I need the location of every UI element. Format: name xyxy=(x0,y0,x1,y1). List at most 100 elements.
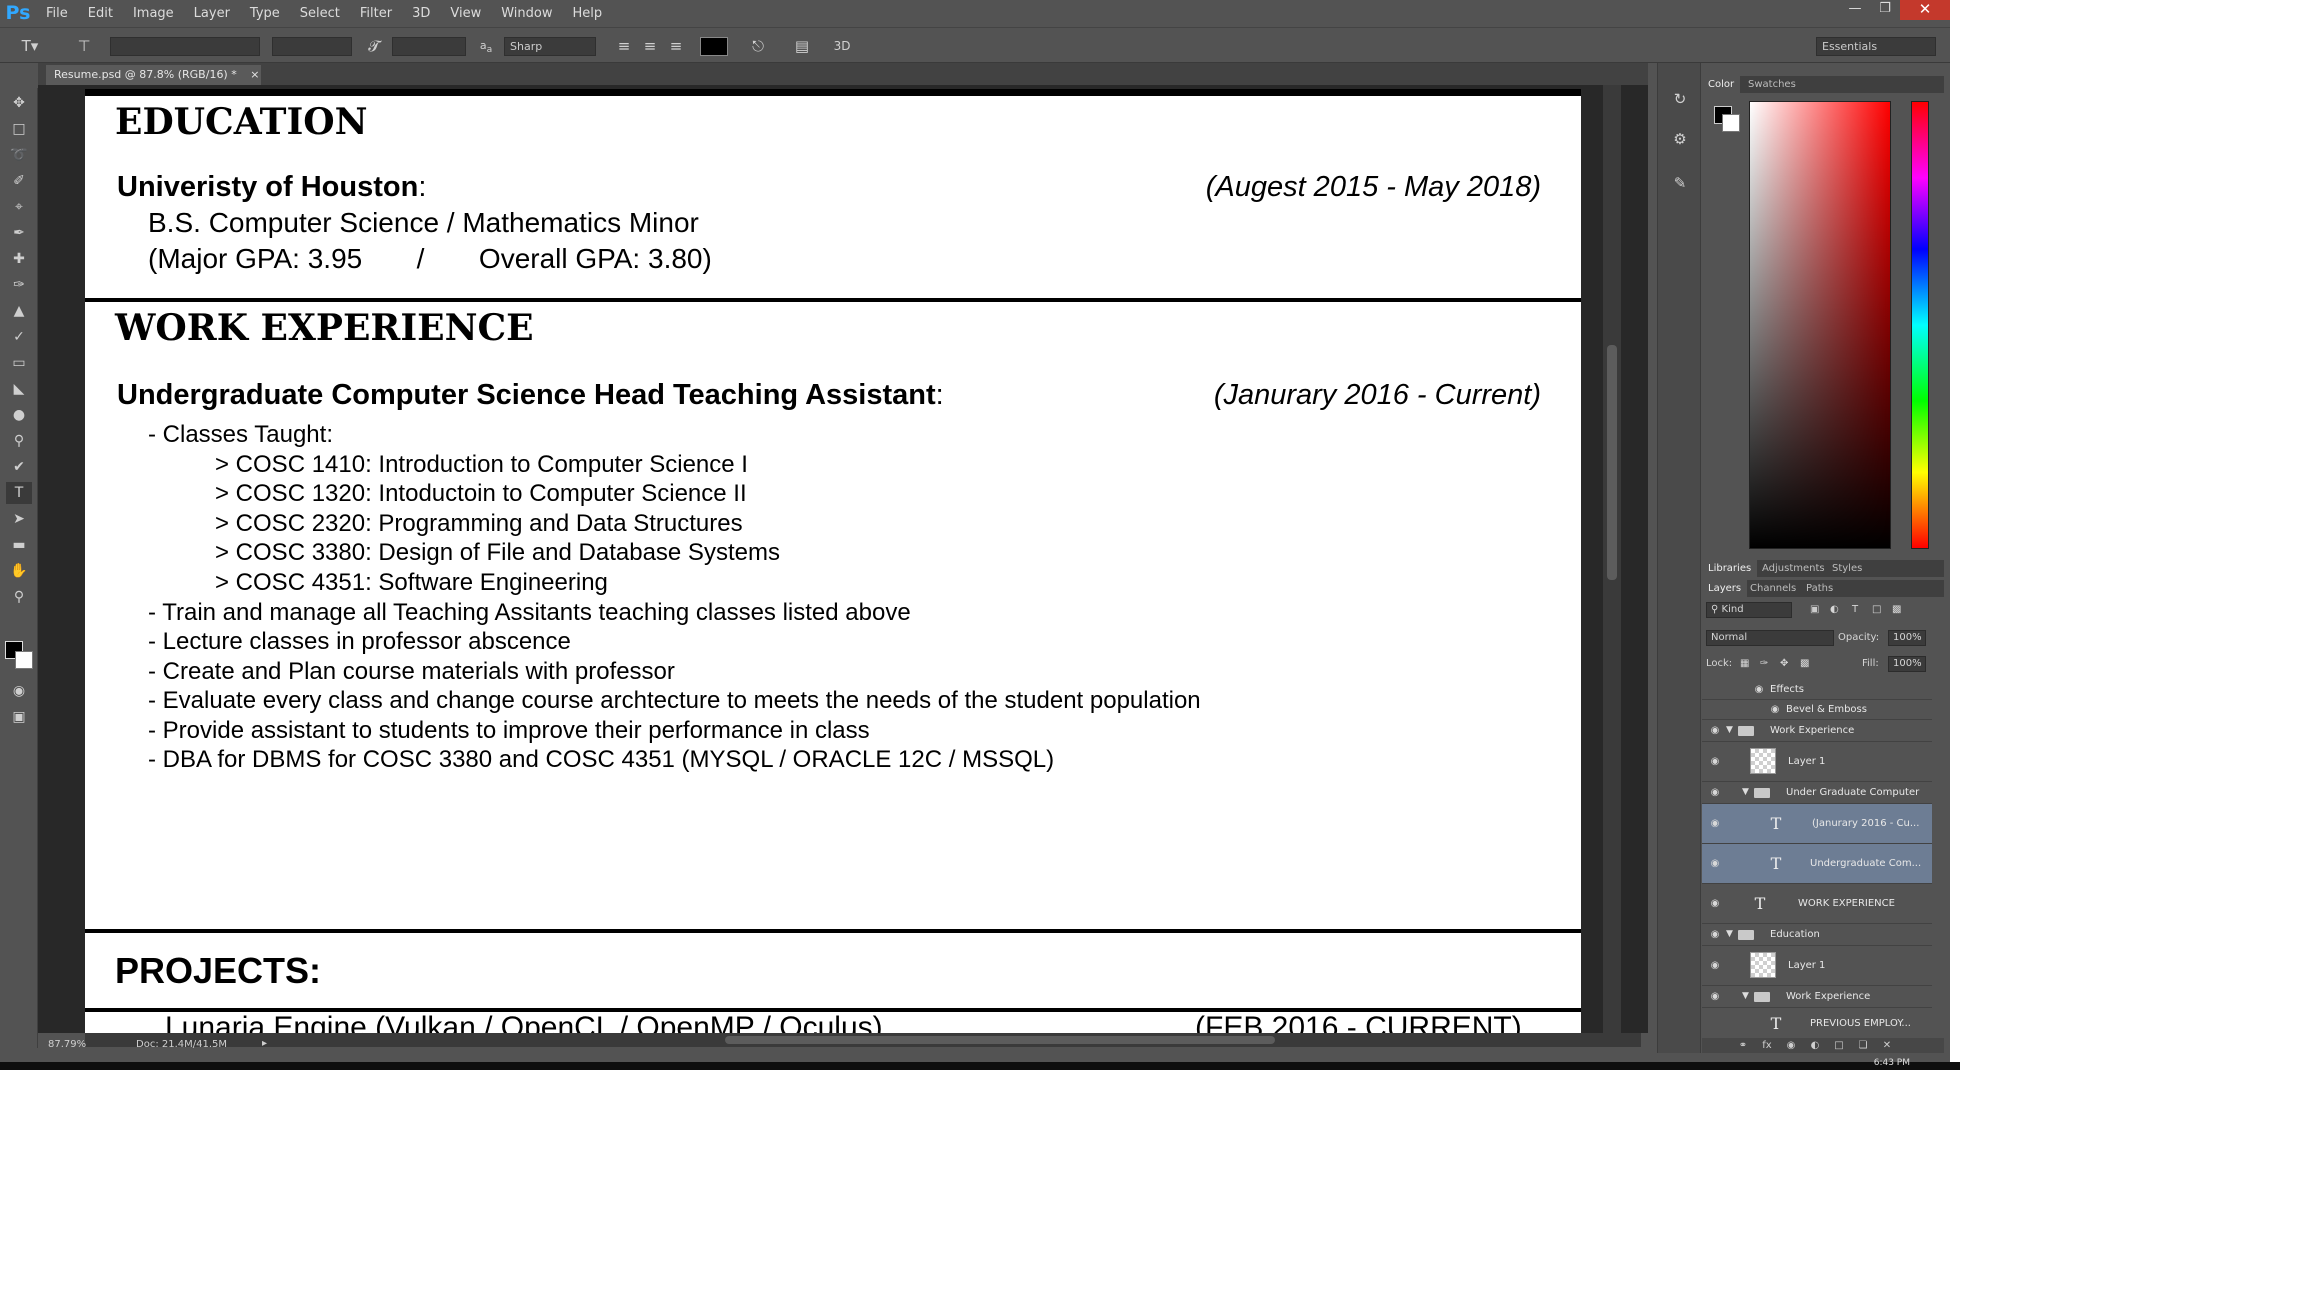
hand-tool-icon[interactable]: ✋ xyxy=(6,560,32,582)
move-tool-icon[interactable]: ✥ xyxy=(6,92,32,114)
layer-row[interactable]: ◉ ▼ Work Experience xyxy=(1702,986,1932,1008)
vertical-scrollbar[interactable] xyxy=(1603,85,1621,1033)
layer-row[interactable]: ◉ Effects xyxy=(1702,680,1932,700)
filter-adjustment-icon[interactable]: ◐ xyxy=(1830,604,1839,615)
canvas-area[interactable]: EDUCATION Univeristy of Houston: (Augest… xyxy=(38,85,1648,1033)
color-picker-field[interactable] xyxy=(1749,101,1891,549)
close-button[interactable]: ✕ xyxy=(1900,0,1950,20)
history-panel-icon[interactable]: ↻ xyxy=(1668,87,1692,111)
lasso-tool-icon[interactable]: ➰ xyxy=(6,144,32,166)
eye-icon[interactable]: ◉ xyxy=(1708,857,1722,871)
eye-icon[interactable]: ◉ xyxy=(1708,724,1722,738)
properties-panel-icon[interactable]: ⚙ xyxy=(1668,127,1692,151)
crop-tool-icon[interactable]: ⌖ xyxy=(6,196,32,218)
layer-row[interactable]: ◉ Layer 1 xyxy=(1702,946,1932,986)
history-brush-tool-icon[interactable]: ✓ xyxy=(6,326,32,348)
panel-background-swatch[interactable] xyxy=(1722,114,1740,132)
text-color-swatch[interactable] xyxy=(700,37,728,56)
marquee-tool-icon[interactable]: □ xyxy=(6,118,32,140)
eye-icon[interactable]: ◉ xyxy=(1708,897,1722,911)
layer-row-selected[interactable]: ◉ T Undergraduate Com... xyxy=(1702,844,1932,884)
vertical-scroll-thumb[interactable] xyxy=(1607,345,1617,580)
document-tab[interactable]: Resume.psd @ 87.8% (RGB/16) * × xyxy=(46,65,261,85)
layer-row[interactable]: ◉ Layer 1 xyxy=(1702,742,1932,782)
layer-row[interactable]: ◉ T WORK EXPERIENCE xyxy=(1702,884,1932,924)
eye-icon[interactable]: ◉ xyxy=(1708,959,1722,973)
tab-adjustments[interactable]: Adjustments xyxy=(1756,560,1831,577)
restore-button[interactable]: ❐ xyxy=(1870,0,1900,20)
eye-icon[interactable]: ◉ xyxy=(1708,928,1722,942)
filter-smart-object-icon[interactable]: ▩ xyxy=(1892,604,1901,615)
tab-channels[interactable]: Channels xyxy=(1744,580,1802,597)
zoom-tool-icon[interactable]: ⚲ xyxy=(6,586,32,608)
lock-pixels-icon[interactable]: ✑ xyxy=(1760,658,1768,669)
layer-row-selected[interactable]: ◉ T (Janurary 2016 - Cu... xyxy=(1702,804,1932,844)
tab-color[interactable]: Color xyxy=(1702,76,1741,93)
quick-mask-icon[interactable]: ◉ xyxy=(6,680,32,702)
eraser-tool-icon[interactable]: ▭ xyxy=(6,352,32,374)
menu-view[interactable]: View xyxy=(440,0,491,27)
rectangle-tool-icon[interactable]: ▬ xyxy=(6,534,32,556)
layer-row[interactable]: ◉ ▼ Work Experience xyxy=(1702,720,1932,742)
lock-all-icon[interactable]: ▩ xyxy=(1800,658,1809,669)
hue-slider[interactable] xyxy=(1911,101,1929,549)
background-color-swatch[interactable] xyxy=(15,651,33,669)
filter-type-icon[interactable]: T xyxy=(1852,604,1858,615)
align-center-icon[interactable]: ≡ xyxy=(638,35,662,57)
close-tab-icon[interactable]: × xyxy=(250,68,259,81)
antialias-select[interactable]: Sharp xyxy=(504,37,596,56)
quick-select-tool-icon[interactable]: ✐ xyxy=(6,170,32,192)
delete-layer-icon[interactable]: ✕ xyxy=(1878,1038,1896,1053)
font-size-select[interactable] xyxy=(392,37,466,56)
layer-row[interactable]: ◉ ▼ Education xyxy=(1702,924,1932,946)
eye-icon[interactable]: ◉ xyxy=(1708,817,1722,831)
add-mask-icon[interactable]: ◉ xyxy=(1782,1038,1800,1053)
menu-layer[interactable]: Layer xyxy=(184,0,240,27)
eye-icon[interactable]: ◉ xyxy=(1768,703,1782,717)
menu-image[interactable]: Image xyxy=(123,0,184,27)
fill-field[interactable]: 100% xyxy=(1888,656,1926,672)
horizontal-scroll-thumb[interactable] xyxy=(725,1036,1275,1044)
lock-transparent-icon[interactable]: ▦ xyxy=(1740,658,1749,669)
layer-row[interactable]: ◉ ▼ Under Graduate Computer xyxy=(1702,782,1932,804)
warp-text-icon[interactable]: ⎋ xyxy=(746,35,770,57)
blur-tool-icon[interactable]: ● xyxy=(6,404,32,426)
menu-3d[interactable]: 3D xyxy=(402,0,440,27)
tab-paths[interactable]: Paths xyxy=(1800,580,1839,597)
paint-bucket-tool-icon[interactable]: ◣ xyxy=(6,378,32,400)
3d-icon[interactable]: 3D xyxy=(830,35,854,57)
menu-window[interactable]: Window xyxy=(491,0,562,27)
workspace-select[interactable]: Essentials xyxy=(1816,37,1936,56)
pen-tool-icon[interactable]: ✔ xyxy=(6,456,32,478)
blend-mode-select[interactable]: Normal xyxy=(1706,630,1834,646)
expand-arrow-icon[interactable]: ▼ xyxy=(1742,991,1749,1001)
dodge-tool-icon[interactable]: ⚲ xyxy=(6,430,32,452)
eye-icon[interactable]: ◉ xyxy=(1708,755,1722,769)
brush-tool-icon[interactable]: ✑ xyxy=(6,274,32,296)
minimize-button[interactable]: — xyxy=(1840,0,1870,20)
link-layers-icon[interactable]: ⚭ xyxy=(1734,1038,1752,1053)
menu-select[interactable]: Select xyxy=(290,0,350,27)
filter-pixel-icon[interactable]: ▣ xyxy=(1810,604,1819,615)
filter-shape-icon[interactable]: □ xyxy=(1872,604,1881,615)
screen-mode-icon[interactable]: ▣ xyxy=(6,706,32,728)
character-panel-icon[interactable]: ▤ xyxy=(790,35,814,57)
path-select-tool-icon[interactable]: ➤ xyxy=(6,508,32,530)
status-menu-arrow-icon[interactable]: ▸ xyxy=(262,1038,267,1049)
font-family-select[interactable] xyxy=(110,37,260,56)
new-layer-icon[interactable]: ❏ xyxy=(1854,1038,1872,1053)
tab-layers[interactable]: Layers xyxy=(1702,580,1748,597)
tab-swatches[interactable]: Swatches xyxy=(1742,76,1802,93)
eyedropper-tool-icon[interactable]: ✒ xyxy=(6,222,32,244)
opacity-field[interactable]: 100% xyxy=(1888,630,1926,646)
expand-arrow-icon[interactable]: ▼ xyxy=(1742,787,1749,797)
healing-brush-tool-icon[interactable]: ✚ xyxy=(6,248,32,270)
type-tool-icon[interactable]: T xyxy=(6,482,32,504)
lock-position-icon[interactable]: ✥ xyxy=(1780,658,1788,669)
type-tool-preset-icon[interactable]: T▾ xyxy=(18,35,42,57)
horizontal-scrollbar[interactable] xyxy=(85,1033,1641,1047)
eye-icon[interactable]: ◉ xyxy=(1708,786,1722,800)
layer-row[interactable]: T PREVIOUS EMPLOY... xyxy=(1702,1008,1932,1036)
tab-styles[interactable]: Styles xyxy=(1826,560,1868,577)
menu-edit[interactable]: Edit xyxy=(78,0,123,27)
